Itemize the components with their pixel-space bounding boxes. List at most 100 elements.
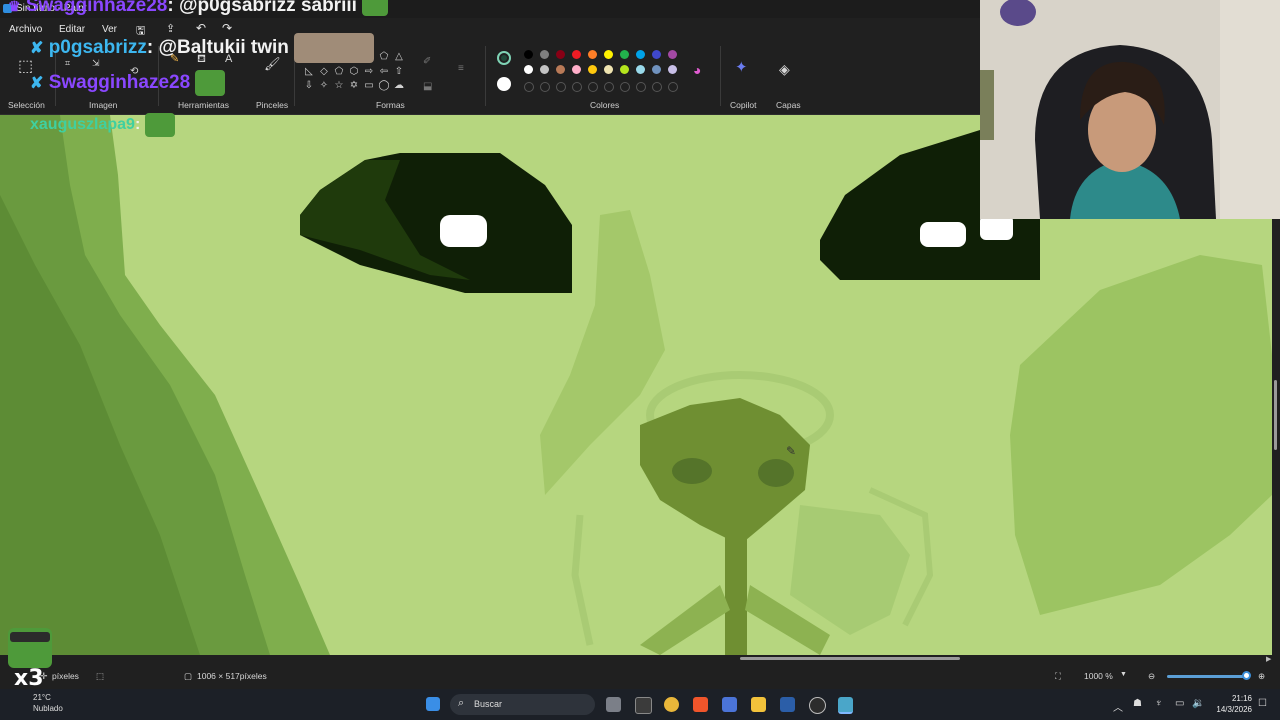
brave-icon[interactable] [693, 697, 708, 712]
start-windows-icon[interactable] [426, 697, 440, 711]
stroke-size-icon[interactable]: ≡ [458, 62, 464, 75]
horizontal-scrollbar[interactable]: ▶ [0, 655, 1280, 663]
taskbar-search[interactable]: ⌕ Buscar [450, 694, 595, 715]
primary-color[interactable] [497, 51, 511, 65]
file-explorer-icon[interactable] [751, 697, 766, 712]
search-icon: ⌕ [458, 697, 465, 709]
color-swatch[interactable] [588, 50, 597, 59]
chrome-icon[interactable] [664, 697, 679, 712]
color-swatch[interactable] [588, 65, 597, 74]
star4-shape-icon[interactable]: ✧ [317, 79, 331, 93]
pentagon-shape-icon[interactable]: ⬠ [332, 65, 346, 79]
custom-color-slot[interactable] [652, 82, 662, 92]
color-swatch[interactable] [652, 65, 661, 74]
color-swatch[interactable] [540, 65, 549, 74]
store-icon[interactable] [722, 697, 737, 712]
chat-username: Swagginhaze28 [48, 72, 191, 94]
zoom-out-icon[interactable]: ⊖ [1148, 671, 1155, 682]
zoom-level[interactable]: 1000 % [1084, 671, 1113, 681]
tray-chevron-icon[interactable]: ︿ [1113, 699, 1123, 714]
color-swatch[interactable] [556, 50, 565, 59]
scroll-right-arrow[interactable]: ▶ [1266, 655, 1271, 663]
terminal-icon[interactable] [635, 697, 652, 714]
zoom-dropdown-chevron-icon[interactable]: ▼ [1120, 671, 1127, 678]
custom-color-slot[interactable] [556, 82, 566, 92]
ribbon-divider [720, 46, 721, 106]
color-swatch[interactable] [668, 50, 677, 59]
secondary-color[interactable] [497, 77, 511, 91]
notifications-icon[interactable]: ☐ [1258, 698, 1267, 709]
copilot-icon[interactable]: ✦ [735, 60, 748, 75]
color-swatch[interactable] [524, 65, 533, 74]
chat-badge-icon: ♛ [8, 0, 21, 14]
discord-tray-icon[interactable]: ☗ [1133, 698, 1142, 709]
custom-color-slot[interactable] [588, 82, 598, 92]
polygon-shape-icon[interactable]: ⬠ [377, 50, 391, 64]
color-swatch[interactable] [620, 65, 629, 74]
clock-time: 21:16 [1231, 694, 1252, 703]
group-label-herramientas: Herramientas [178, 100, 230, 110]
callout-rect-shape-icon[interactable]: ▭ [362, 79, 376, 93]
color-swatch[interactable] [652, 50, 661, 59]
steam-icon[interactable] [780, 697, 795, 712]
triangle-shape-icon[interactable]: △ [392, 50, 406, 64]
arrow-left-shape-icon[interactable]: ⇦ [377, 65, 391, 79]
arrow-up-shape-icon[interactable]: ⇧ [392, 65, 406, 79]
color-swatch[interactable] [668, 65, 677, 74]
outline-icon[interactable]: ✐ [423, 55, 431, 68]
fill-style-icon[interactable]: ⬓ [423, 80, 432, 93]
color-swatch[interactable] [572, 65, 581, 74]
star6-shape-icon[interactable]: ✡ [347, 79, 361, 93]
network-icon[interactable]: ▭ [1175, 698, 1184, 709]
cloud-shape-icon[interactable]: ☁ [392, 79, 406, 93]
obs-icon[interactable] [809, 697, 826, 714]
custom-color-slot[interactable] [604, 82, 614, 92]
cats-emote-icon [294, 33, 375, 63]
group-label-formas: Formas [376, 100, 405, 110]
righttriangle-shape-icon[interactable]: ◺ [302, 65, 316, 79]
color-swatch[interactable] [540, 50, 549, 59]
custom-color-slot[interactable] [524, 82, 534, 92]
color-swatch[interactable] [604, 50, 613, 59]
color-swatch[interactable] [556, 65, 565, 74]
arrow-down-shape-icon[interactable]: ⇩ [302, 79, 316, 93]
custom-color-slot[interactable] [572, 82, 582, 92]
custom-color-slot[interactable] [540, 82, 550, 92]
zoom-slider-knob[interactable] [1242, 671, 1251, 680]
color-swatch[interactable] [620, 50, 629, 59]
hexagon-shape-icon[interactable]: ⬡ [347, 65, 361, 79]
callout-oval-shape-icon[interactable]: ◯ [377, 79, 391, 93]
diamond-shape-icon[interactable]: ◇ [317, 65, 331, 79]
arrow-right-shape-icon[interactable]: ⇨ [362, 65, 376, 79]
edit-colors-icon[interactable]: ◕ [693, 63, 701, 77]
chat-line: ✘ Swagginhaze28 [30, 70, 226, 96]
clock[interactable]: 21:16 14/3/2026 [1208, 693, 1252, 715]
star5-shape-icon[interactable]: ☆ [332, 79, 346, 93]
layers-icon[interactable]: ◈ [779, 62, 790, 76]
group-label-pinceles: Pinceles [256, 100, 289, 110]
zoom-in-icon[interactable]: ⊕ [1258, 671, 1265, 682]
chat-message: : @p0gsabrizz sabriii [167, 0, 357, 16]
volume-icon[interactable]: 🔉 [1192, 698, 1204, 709]
custom-color-slot[interactable] [668, 82, 678, 92]
streamer-webcam-image [980, 0, 1280, 219]
custom-color-slot[interactable] [620, 82, 630, 92]
search-placeholder: Buscar [474, 699, 503, 709]
group-label-colores: Colores [590, 100, 620, 110]
fit-to-window-icon[interactable]: ⛶ [1055, 671, 1061, 682]
zoom-slider[interactable] [1167, 675, 1247, 678]
color-swatch[interactable] [524, 50, 533, 59]
color-swatch[interactable] [636, 50, 645, 59]
microphone-icon[interactable]: ♆ [1155, 698, 1163, 709]
paint-taskbar-icon[interactable] [838, 697, 853, 714]
chat-username: Swagginhaze28 [25, 0, 168, 16]
horizontal-scroll-thumb[interactable] [740, 657, 960, 660]
color-swatch[interactable] [636, 65, 645, 74]
color-swatch[interactable] [572, 50, 581, 59]
custom-color-slot[interactable] [636, 82, 646, 92]
vertical-scroll-thumb[interactable] [1274, 380, 1277, 450]
task-view-icon[interactable] [606, 697, 621, 712]
group-label-capas: Capas [776, 100, 801, 110]
weather-widget[interactable]: 21°C Nublado [33, 692, 63, 714]
color-swatch[interactable] [604, 65, 613, 74]
